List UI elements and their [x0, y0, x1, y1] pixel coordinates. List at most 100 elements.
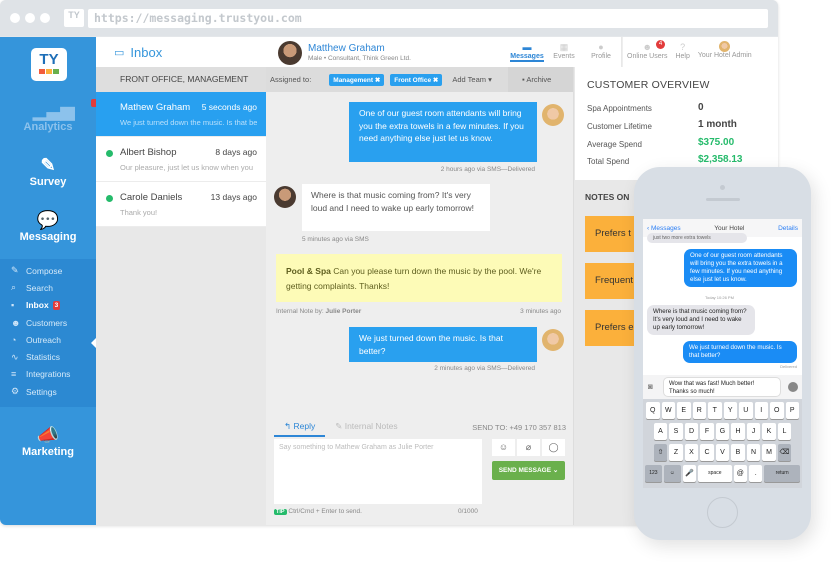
- key[interactable]: U: [739, 402, 753, 419]
- key[interactable]: 123: [645, 465, 662, 482]
- address-bar[interactable]: https://messaging.trustyou.com: [88, 9, 768, 28]
- key[interactable]: X: [684, 444, 699, 461]
- key[interactable]: B: [731, 444, 745, 461]
- analytics-icon: ▁▃▅: [33, 99, 99, 121]
- subnav-label: Customers: [26, 317, 68, 328]
- online-users-button[interactable]: ☻ 4 Online Users: [623, 37, 671, 67]
- subnav-outreach[interactable]: ◔ Outreach: [0, 331, 96, 348]
- key[interactable]: C: [700, 444, 714, 461]
- subnav-label: Search: [26, 282, 53, 293]
- contact-name[interactable]: Matthew Graham: [308, 43, 385, 54]
- phone-input-bar: ◙ Wow that was fast! Much better! Thanks…: [643, 375, 802, 399]
- module-analytics[interactable]: ▁▃▅ Analytics: [0, 99, 99, 133]
- tab-label: Events: [553, 53, 575, 60]
- subnav-integrations[interactable]: ≡ Integrations: [0, 366, 96, 383]
- subnav-search[interactable]: ⌕ Search: [0, 279, 96, 296]
- key[interactable]: ⇧: [653, 444, 668, 461]
- phone-back-button[interactable]: ‹ Messages: [647, 225, 681, 232]
- module-marketing[interactable]: 📣 Marketing: [0, 424, 96, 458]
- phone-mockup: ‹ Messages Your Hotel Details just two m…: [634, 167, 811, 540]
- phone-message-input[interactable]: Wow that was fast! Much better! Thanks s…: [663, 377, 781, 397]
- tab-label: Internal Notes: [344, 421, 398, 431]
- tab-profile[interactable]: ● Profile: [581, 37, 621, 67]
- window-dot[interactable]: [10, 13, 20, 23]
- key[interactable]: T: [708, 402, 722, 419]
- conversation-item[interactable]: Carole Daniels 13 days ago Thank you!: [96, 182, 266, 227]
- tab-events[interactable]: ▦ Events: [547, 37, 581, 67]
- key[interactable]: A: [653, 423, 668, 440]
- conversation-item[interactable]: Albert Bishop 8 days ago Our pleasure, ju…: [96, 137, 266, 182]
- key[interactable]: J: [746, 423, 761, 440]
- key[interactable]: Y: [723, 402, 737, 419]
- note-author-name: Julie Porter: [325, 308, 362, 315]
- add-team-dropdown[interactable]: Add Team ▾: [452, 75, 491, 84]
- subnav-statistics[interactable]: ∿ Statistics: [0, 348, 96, 365]
- attachment-icon[interactable]: ⌀: [517, 439, 540, 456]
- archive-button[interactable]: ▪ Archive: [508, 67, 573, 92]
- key[interactable]: I: [754, 402, 768, 419]
- key[interactable]: G: [715, 423, 730, 440]
- contact-avatar[interactable]: [278, 41, 302, 65]
- module-label: Marketing: [22, 446, 74, 458]
- agent-avatar: [542, 329, 564, 351]
- key[interactable]: ⌫: [777, 444, 792, 461]
- compose-icon: ✎: [11, 265, 19, 276]
- admin-menu[interactable]: Your Hotel Admin: [694, 37, 756, 67]
- window-dot[interactable]: [40, 13, 50, 23]
- key[interactable]: P: [785, 402, 799, 419]
- send-message-button[interactable]: SEND MESSAGE ⌄: [492, 461, 565, 480]
- key[interactable]: Z: [669, 444, 683, 461]
- subnav-settings[interactable]: ⚙ Settings: [0, 383, 96, 400]
- key[interactable]: .: [749, 465, 763, 482]
- subnav-customers[interactable]: ☻ Customers: [0, 314, 96, 331]
- key[interactable]: V: [715, 444, 730, 461]
- subnav-inbox[interactable]: ▪ Inbox 3: [0, 297, 96, 314]
- emoji-icon[interactable]: ☺: [492, 439, 515, 456]
- speech-bubble-icon[interactable]: ◯: [542, 439, 565, 456]
- key[interactable]: W: [661, 402, 675, 419]
- module-messaging[interactable]: 💬 Messaging: [0, 209, 96, 243]
- reply-textarea[interactable]: Say something to Mathew Graham as Julie …: [274, 439, 482, 504]
- overview-value: $2,358.13: [698, 154, 743, 165]
- conversation-name: Mathew Graham: [120, 102, 191, 113]
- camera-icon[interactable]: ◙: [648, 382, 653, 391]
- tab-reply[interactable]: ↰ Reply: [274, 417, 326, 437]
- team-filter[interactable]: FRONT OFFICE, MANAGEMENT: [96, 67, 266, 92]
- team-tag-management[interactable]: Management ✖: [329, 73, 385, 86]
- trustyou-logo[interactable]: TY: [31, 48, 67, 81]
- conversation-item[interactable]: Mathew Graham 5 seconds ago We just turne…: [96, 92, 266, 137]
- key[interactable]: N: [746, 444, 761, 461]
- phone-details-button[interactable]: Details: [778, 225, 798, 232]
- key[interactable]: H: [731, 423, 745, 440]
- module-survey[interactable]: ✎ Survey: [0, 154, 96, 188]
- key[interactable]: ☺: [663, 465, 681, 482]
- key[interactable]: K: [762, 423, 776, 440]
- message-meta: 2 hours ago via SMS—Delivered: [440, 166, 535, 173]
- help-button[interactable]: ? Help: [671, 37, 693, 67]
- tip-badge: TIP: [274, 509, 287, 515]
- key[interactable]: D: [684, 423, 699, 440]
- key[interactable]: S: [669, 423, 683, 440]
- tab-messages[interactable]: ▬ Messages: [507, 37, 547, 67]
- key[interactable]: @: [733, 465, 748, 482]
- subnav-compose[interactable]: ✎ Compose: [0, 262, 96, 279]
- key[interactable]: E: [677, 402, 691, 419]
- key[interactable]: 🎤: [682, 465, 697, 482]
- key[interactable]: M: [762, 444, 776, 461]
- key[interactable]: F: [700, 423, 714, 440]
- send-tip: TIP Ctrl/Cmd + Enter to send.: [274, 508, 362, 515]
- key[interactable]: L: [777, 423, 792, 440]
- key[interactable]: space: [698, 465, 732, 482]
- search-icon: ⌕: [11, 282, 17, 293]
- key[interactable]: O: [770, 402, 784, 419]
- team-tag-front-office[interactable]: Front Office ✖: [390, 73, 443, 86]
- key[interactable]: return: [764, 465, 800, 482]
- mic-icon[interactable]: [788, 382, 798, 392]
- window-dot[interactable]: [25, 13, 35, 23]
- subnav-label: Statistics: [26, 352, 61, 363]
- key[interactable]: R: [692, 402, 706, 419]
- assigned-label: Assigned to:: [270, 75, 312, 84]
- phone-home-button[interactable]: [707, 497, 738, 528]
- tab-internal-notes[interactable]: ✎ Internal Notes: [325, 417, 407, 437]
- key[interactable]: Q: [646, 402, 660, 419]
